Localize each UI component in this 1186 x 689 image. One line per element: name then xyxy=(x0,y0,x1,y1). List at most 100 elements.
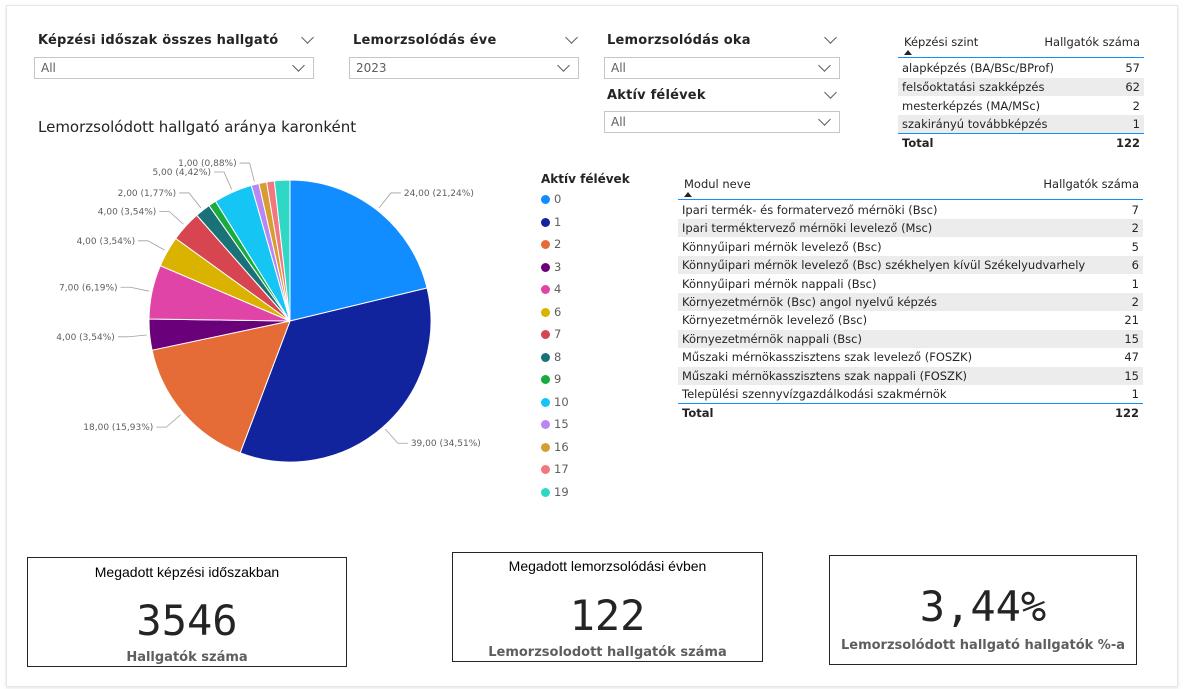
module-table: Modul neve Hallgatók száma Ipari termék-… xyxy=(678,172,1143,427)
legend-label: 2 xyxy=(554,237,562,251)
legend-label: 16 xyxy=(554,439,569,454)
slicer-active-value: All xyxy=(611,115,626,129)
table-row: Könnyűipari mérnök nappali (Bsc) 1 xyxy=(678,275,1143,293)
legend-label: 15 xyxy=(554,417,569,431)
table-row: mesterképzés (MA/MSc) 2 xyxy=(902,99,1140,113)
slicer-active-dropdown[interactable]: All xyxy=(604,111,840,133)
table-row: Ipari terméktervező mérnöki levelező (Ms… xyxy=(678,219,1143,238)
legend-item[interactable]: 3 xyxy=(541,259,601,275)
level-table-header-level[interactable]: Képzési szint xyxy=(904,35,978,49)
legend-marker xyxy=(541,487,550,497)
module-count-cell: 1 xyxy=(1131,276,1139,291)
slicer-reason-title: Lemorzsolódás oka xyxy=(607,33,751,48)
module-count-cell: 7 xyxy=(1131,203,1139,217)
kpi-card-dropout-rate: 3,44% Lemorzsolódott hallgató hallgatók … xyxy=(829,555,1137,665)
level-table-total-row: Total 122 xyxy=(902,136,1140,150)
module-table-header-count[interactable]: Hallgatók száma xyxy=(1043,177,1139,191)
kpi-card-total-students: Megadott képzési időszakban 3546 Hallgat… xyxy=(27,557,347,667)
legend-label: 3 xyxy=(554,259,562,274)
pie-data-label: 39,00 (34,51%) xyxy=(411,439,481,449)
table-row: Könnyűipari mérnök levelező (Bsc) 5 xyxy=(678,238,1143,256)
table-row: Települési szennyvízgazdálkodási szakmér… xyxy=(678,385,1143,403)
legend-item[interactable]: 2 xyxy=(541,236,601,252)
level-table-header-count[interactable]: Hallgatók száma xyxy=(1044,35,1140,49)
chevron-down-icon xyxy=(818,59,831,72)
legend-item[interactable]: 8 xyxy=(541,349,601,365)
module-name-cell: Könnyűipari mérnök levelező (Bsc) xyxy=(682,239,882,254)
table-row: Környezetmérnök (Bsc) angol nyelvű képzé… xyxy=(678,293,1143,311)
pie-leader-line xyxy=(156,414,181,428)
legend-label: 0 xyxy=(554,192,562,206)
pie-data-label: 1,00 (0,88%) xyxy=(178,159,237,169)
module-count-cell: 5 xyxy=(1131,239,1139,254)
table-row: szakirányú továbbképzés 1 xyxy=(898,115,1144,133)
kpi-card-title: Megadott képzési időszakban xyxy=(94,564,280,580)
legend-item[interactable]: 7 xyxy=(541,326,601,342)
table-row: Műszaki mérnökasszisztens szak nappali (… xyxy=(678,366,1143,385)
module-name-cell: Környezetmérnök (Bsc) angol nyelvű képzé… xyxy=(682,295,937,309)
level-table: Képzési szint Hallgatók száma alapképzés… xyxy=(898,30,1144,155)
legend-marker xyxy=(541,420,550,429)
legend-marker xyxy=(541,285,550,294)
kpi-card-value: 3546 xyxy=(136,596,238,645)
kpi-card-subtitle: Lemorzsolódott hallgató hallgatók %-a xyxy=(840,638,1126,653)
slicer-year-value: 2023 xyxy=(356,61,387,75)
legend-label: 8 xyxy=(554,349,562,364)
pie-data-label: 4,00 (3,54%) xyxy=(56,333,115,343)
legend-marker xyxy=(541,195,550,204)
legend-marker xyxy=(541,465,550,474)
legend-marker xyxy=(541,375,550,384)
legend-title: Aktív félévek xyxy=(541,172,630,186)
legend-item[interactable]: 17 xyxy=(541,461,601,477)
legend-label: 6 xyxy=(554,304,562,319)
kpi-card-value: 3,44% xyxy=(919,582,1047,631)
level-table-header-divider xyxy=(898,57,1144,58)
legend-label: 7 xyxy=(554,327,562,341)
slicer-period-dropdown[interactable]: All xyxy=(34,57,314,79)
module-name-cell: Ipari terméktervező mérnöki levelező (Ms… xyxy=(682,221,933,236)
chevron-down-icon xyxy=(557,59,570,72)
pie-leader-line xyxy=(239,162,255,182)
legend-marker xyxy=(541,262,550,272)
module-name-cell: Települési szennyvízgazdálkodási szakmér… xyxy=(682,387,947,401)
slicer-period-value: All xyxy=(41,61,56,75)
legend-item[interactable]: 9 xyxy=(541,371,601,387)
module-name-cell: Műszaki mérnökasszisztens szak nappali (… xyxy=(682,368,967,383)
legend-item[interactable]: 19 xyxy=(541,484,601,500)
legend-marker xyxy=(541,217,550,227)
module-table-header-name[interactable]: Modul neve xyxy=(684,177,751,191)
slicer-year-title: Lemorzsolódás éve xyxy=(353,33,497,48)
pie-leader-line xyxy=(384,428,408,444)
module-name-cell: Könnyűipari mérnök levelező (Bsc) székhe… xyxy=(682,258,1086,273)
table-row: Műszaki mérnökasszisztens szak levelező … xyxy=(678,348,1143,366)
module-name-cell: Ipari termék- és formatervező mérnöki (B… xyxy=(682,203,938,217)
pie-leader-line xyxy=(120,286,150,292)
table-row: felsőoktatási szakképzés 62 xyxy=(898,78,1144,96)
legend-item[interactable]: 6 xyxy=(541,304,601,320)
legend-item[interactable]: 10 xyxy=(541,394,601,410)
legend-item[interactable]: 4 xyxy=(541,281,601,297)
module-name-cell: Környezetmérnök nappali (Bsc) xyxy=(682,331,862,346)
pie-data-label: 4,00 (3,54%) xyxy=(77,237,136,247)
kpi-card-value: 122 xyxy=(569,591,646,640)
legend-label: 17 xyxy=(554,462,569,476)
legend-item[interactable]: 16 xyxy=(541,439,601,455)
pie-chart: 24,00 (21,24%) 39,00 (34,51%) 18,00 (15,93… xyxy=(56,159,481,463)
legend-item[interactable]: 1 xyxy=(541,214,601,230)
legend-item[interactable]: 15 xyxy=(541,416,601,432)
pie-leader-line xyxy=(138,240,165,251)
legend-marker xyxy=(541,397,550,407)
slicer-year-dropdown[interactable]: 2023 xyxy=(349,57,579,79)
pie-legend: 0 1 2 3 4 6 7 8 9 10 15 16 17 19 xyxy=(541,191,621,501)
kpi-card-title: Megadott lemorzsolódási évben xyxy=(508,558,707,574)
slicer-reason-dropdown[interactable]: All xyxy=(604,57,840,79)
slicer-period-title: Képzési időszak összes hallgató xyxy=(38,33,279,48)
slicer-reason-value: All xyxy=(611,61,626,75)
legend-item[interactable]: 0 xyxy=(541,191,601,207)
module-name-cell: Műszaki mérnökasszisztens szak levelező … xyxy=(682,350,973,365)
pie-leader-line xyxy=(378,192,401,209)
table-row: Környezetmérnök levelező (Bsc) 21 xyxy=(678,311,1143,329)
chevron-down-icon xyxy=(818,113,831,126)
pie-leader-line xyxy=(159,211,184,225)
slicer-active-title: Aktív félévek xyxy=(607,88,706,103)
